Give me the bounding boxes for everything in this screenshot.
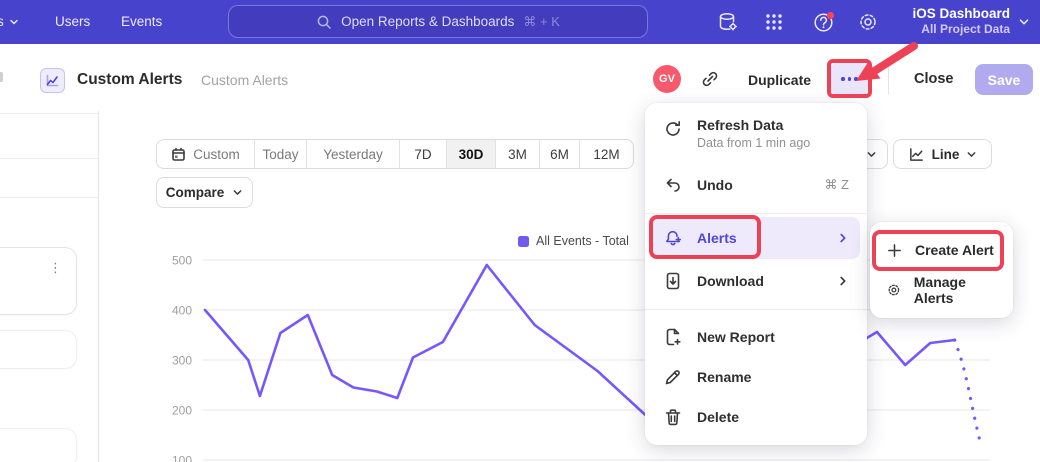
pencil-icon: [663, 367, 683, 387]
menu-item-new-report[interactable]: New Report: [645, 317, 867, 357]
chevron-down-icon: [232, 187, 243, 198]
divider: [0, 197, 98, 198]
menu-item-label: New Report: [697, 329, 775, 345]
refresh-icon: [663, 119, 683, 139]
date-range-custom[interactable]: Custom: [157, 140, 254, 168]
search-icon: [316, 14, 332, 30]
divider: [0, 158, 98, 159]
menu-item-label: Refresh Data: [697, 117, 810, 133]
chevron-right-icon: [837, 275, 849, 287]
copy-link-icon[interactable]: [699, 68, 721, 90]
y-axis-tick-label: 500: [172, 254, 192, 268]
submenu-item-label: Create Alert: [915, 242, 994, 258]
chevron-down-icon: [1018, 16, 1030, 28]
date-range-7d[interactable]: 7D: [399, 140, 446, 168]
nav-item-users[interactable]: Users: [55, 14, 90, 29]
plus-icon: [886, 242, 903, 259]
y-axis-tick-label: 400: [172, 304, 192, 318]
gear-icon: [886, 281, 902, 299]
nav-item-clipped[interactable]: s: [0, 14, 19, 29]
menu-item-delete[interactable]: Delete: [645, 397, 867, 437]
apps-grid-icon[interactable]: [762, 10, 786, 34]
nav-item-events[interactable]: Events: [121, 14, 162, 29]
close-button[interactable]: Close: [914, 71, 954, 87]
chart-type-button[interactable]: Line: [893, 139, 992, 169]
date-range-today[interactable]: Today: [254, 140, 306, 168]
menu-item-label: Download: [697, 273, 764, 289]
menu-divider: [645, 309, 867, 310]
trash-icon: [663, 407, 683, 427]
submenu-item-create-alert[interactable]: Create Alert: [870, 230, 1013, 270]
date-range-6m[interactable]: 6M: [539, 140, 579, 168]
chevron-right-icon: [837, 232, 849, 244]
help-icon[interactable]: [812, 10, 836, 34]
menu-item-alerts[interactable]: Alerts: [645, 217, 867, 259]
sidebar-divider: [98, 111, 99, 462]
chevron-down-icon: [9, 17, 19, 27]
menu-item-download[interactable]: Download: [645, 261, 867, 301]
menu-item-rename[interactable]: Rename: [645, 357, 867, 397]
search-input[interactable]: Open Reports & Dashboards ⌘ + K: [228, 5, 648, 38]
y-axis-tick-label: 200: [172, 404, 192, 418]
divider: [0, 113, 98, 114]
compare-button[interactable]: Compare: [156, 177, 253, 208]
kebab-menu-icon[interactable]: ⋮: [49, 260, 62, 276]
data-sources-icon[interactable]: [716, 10, 740, 34]
project-scope: All Project Data: [912, 22, 1010, 36]
duplicate-button[interactable]: Duplicate: [748, 72, 811, 88]
new-report-icon: [663, 327, 683, 347]
menu-item-label: Undo: [697, 177, 733, 193]
sidebar-card[interactable]: [0, 330, 77, 369]
divider: [888, 64, 889, 94]
menu-item-label: Delete: [697, 409, 739, 425]
submenu-item-label: Manage Alerts: [914, 274, 997, 306]
download-icon: [663, 271, 683, 291]
series-line-projection-dotted: [955, 340, 982, 447]
app-root: s Users Events Open Reports & Dashboards…: [0, 0, 1040, 462]
menu-item-undo[interactable]: Undo ⌘ Z: [645, 165, 867, 205]
search-placeholder: Open Reports & Dashboards: [341, 14, 514, 29]
y-axis-tick-label: 100: [172, 454, 192, 462]
date-range-3m[interactable]: 3M: [495, 140, 539, 168]
menu-item-label: Rename: [697, 369, 751, 385]
alerts-submenu: Create Alert Manage Alerts: [870, 222, 1013, 318]
sidebar-card[interactable]: [0, 428, 77, 462]
date-range-control: Custom Today Yesterday 7D 30D 3M 6M 12M: [156, 139, 634, 169]
submenu-item-manage-alerts[interactable]: Manage Alerts: [870, 270, 1013, 310]
save-button[interactable]: Save: [975, 64, 1033, 95]
menu-item-refresh-data[interactable]: Refresh Data Data from 1 min ago: [645, 113, 867, 161]
date-range-30d-selected[interactable]: 30D: [446, 140, 495, 168]
chevron-down-icon: [966, 149, 977, 160]
report-header: Custom Alerts Custom Alerts GV Duplicate…: [0, 44, 1040, 103]
top-navbar: s Users Events Open Reports & Dashboards…: [0, 0, 1040, 44]
search-shortcut: ⌘ + K: [523, 14, 560, 30]
menu-divider: [645, 213, 867, 214]
line-chart-icon: [908, 146, 925, 163]
project-name: iOS Dashboard: [912, 5, 1010, 22]
menu-item-label: Alerts: [697, 230, 737, 246]
nav-item-clipped-label: s: [0, 14, 4, 29]
project-selector[interactable]: iOS Dashboard All Project Data: [912, 5, 1010, 36]
clipped-element: [0, 72, 3, 82]
report-type-icon: [40, 68, 65, 93]
y-axis-tick-label: 300: [172, 354, 192, 368]
calendar-icon: [171, 147, 186, 162]
page-title: Custom Alerts: [77, 71, 182, 89]
more-options-menu: Refresh Data Data from 1 min ago Undo ⌘ …: [645, 103, 867, 445]
avatar[interactable]: GV: [653, 65, 681, 93]
notification-dot: [827, 12, 834, 19]
more-options-button[interactable]: [831, 63, 868, 95]
menu-item-highlight: [652, 217, 860, 259]
undo-icon: [663, 175, 683, 195]
menu-item-shortcut: ⌘ Z: [824, 177, 849, 193]
chevron-down-icon: [866, 149, 877, 160]
bell-plus-icon: [663, 228, 683, 248]
breadcrumb: Custom Alerts: [201, 72, 288, 88]
date-range-yesterday[interactable]: Yesterday: [306, 140, 399, 168]
date-range-12m[interactable]: 12M: [579, 140, 633, 168]
sidebar-card[interactable]: ⋮: [0, 247, 77, 315]
menu-item-subtext: Data from 1 min ago: [697, 136, 810, 150]
settings-gear-icon[interactable]: [856, 10, 880, 34]
